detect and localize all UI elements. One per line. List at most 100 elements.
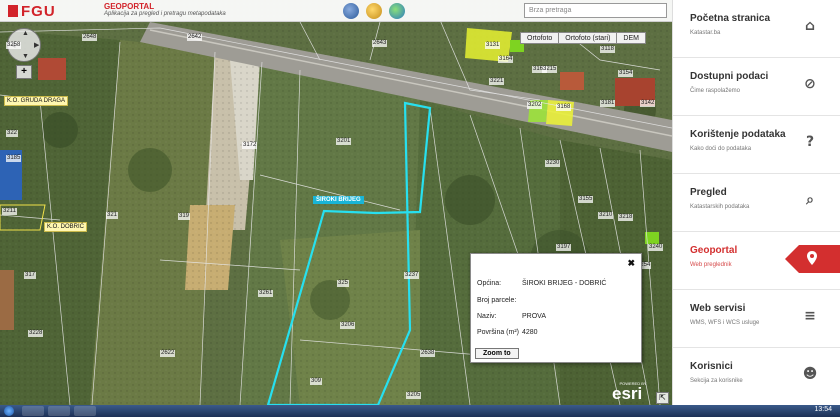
parcel-label[interactable]: 321 — [106, 212, 119, 219]
parcel-label[interactable]: 2648 — [82, 34, 98, 41]
popup-value-naziv: PROVA — [522, 313, 546, 320]
question-icon: ? — [805, 134, 815, 150]
taskbar-clock[interactable]: 13:54 — [814, 406, 832, 413]
basemap-ortofoto-stari-button[interactable]: Ortofoto (stari) — [558, 32, 618, 44]
parcel-label[interactable]: 2638 — [420, 350, 436, 357]
parcel-label[interactable]: 3240 — [648, 244, 664, 251]
parcel-label[interactable]: 3131 — [485, 42, 501, 49]
sidebar-item-title: Web servisi — [690, 303, 746, 314]
sidebar-item-title: Geoportal — [690, 245, 738, 256]
parcel-label[interactable]: 3202 — [527, 102, 543, 109]
parcel-label[interactable]: 3211 — [2, 208, 17, 215]
sidebar-item-title: Pregled — [690, 187, 727, 198]
database-icon: ≡ — [804, 308, 816, 324]
popup-value-opcina: ŠIROKI BRIJEG - DOBRIĆ — [522, 280, 607, 287]
popup-label-povrsina: Površina (m²) — [477, 329, 520, 336]
basemap-ortofoto-button[interactable]: Ortofoto — [520, 32, 560, 44]
search-input[interactable]: Brza pretraga — [524, 3, 667, 18]
parcel-label[interactable]: 317 — [24, 272, 37, 279]
home-icon: ⌂ — [804, 18, 816, 34]
sidebar-item-pocetna[interactable]: Početna stranica Katastar.ba ⌂ — [673, 0, 840, 58]
taskbar-app-button[interactable] — [22, 406, 44, 416]
sidebar-item-web-servisi[interactable]: Web servisi WMS, WFS i WCS usluge ≡ — [673, 290, 840, 348]
parcel-label[interactable]: 3201 — [336, 138, 352, 145]
map-view[interactable]: FGU GEOPORTAL Aplikacija za pregled i pr… — [0, 0, 672, 405]
parcel-label[interactable]: 3261 — [258, 290, 274, 297]
basemap-switcher: Ortofoto Ortofoto (stari) DEM — [520, 32, 646, 44]
parcel-label[interactable]: 3164 — [498, 56, 514, 63]
parcel-label[interactable]: 319 — [178, 213, 191, 220]
sidebar-item-korisnici[interactable]: Korisnici Sekcija za korisnike ☻ — [673, 348, 840, 406]
pan-up-icon[interactable]: ▲ — [22, 30, 29, 37]
esri-attribution[interactable]: POWERED BY esri — [612, 381, 654, 402]
zoom-to-button[interactable]: Zoom to — [475, 348, 519, 359]
sidebar-item-title: Početna stranica — [690, 13, 771, 24]
globe-icon[interactable] — [389, 3, 405, 19]
cadastral-municipality-label: K.O. DOBRIĆ — [44, 222, 88, 232]
parcel-label[interactable]: 322 — [6, 130, 19, 137]
user-icon[interactable] — [366, 3, 382, 19]
fgu-logo[interactable]: FGU — [8, 3, 56, 20]
parcel-label[interactable]: 3206 — [340, 322, 356, 329]
parcel-label[interactable]: 325 — [337, 280, 350, 287]
start-button[interactable] — [4, 406, 14, 416]
parcel-label[interactable]: 3163 — [532, 66, 548, 73]
sidebar-item-subtitle: Sekcija za korisnike — [690, 378, 743, 384]
parcel-label[interactable]: 3228 — [28, 330, 44, 337]
expand-icon[interactable]: ⇱ — [656, 392, 669, 404]
active-marker — [785, 245, 840, 273]
parcel-label[interactable]: 3218 — [618, 214, 634, 221]
parcel-label[interactable]: 3154 — [618, 70, 634, 77]
parcel-label[interactable]: 3197 — [556, 244, 572, 251]
sidebar: Početna stranica Katastar.ba ⌂ Dostupni … — [672, 0, 840, 406]
sidebar-item-title: Dostupni podaci — [690, 71, 769, 82]
sidebar-item-subtitle: Web preglednik — [690, 262, 732, 268]
pan-down-icon[interactable]: ▼ — [22, 53, 29, 60]
sidebar-item-subtitle: Katastar.ba — [690, 30, 721, 36]
basemap-dem-button[interactable]: DEM — [616, 32, 646, 44]
parcel-label[interactable]: 3230 — [545, 160, 561, 167]
paperclip-icon: ⊘ — [804, 76, 816, 92]
parcel-label[interactable]: 2643 — [372, 40, 388, 47]
sidebar-item-subtitle: Čime raspolažemo — [690, 88, 741, 94]
close-icon[interactable]: ✖ — [627, 258, 635, 269]
parcel-label[interactable]: 3172 — [242, 142, 258, 149]
parcel-label[interactable]: 3237 — [404, 272, 420, 279]
sidebar-item-subtitle: Kako doći do podataka — [690, 146, 752, 152]
sidebar-item-title: Korištenje podataka — [690, 129, 786, 140]
sidebar-item-subtitle: Katastarskih podataka — [690, 204, 750, 210]
parcel-label[interactable]: 3210 — [598, 212, 614, 219]
selected-parcel-label[interactable]: ŠIROKI BRIJEG — [313, 196, 364, 204]
map-pin-icon — [807, 251, 817, 265]
popup-label-broj-parcele: Broj parcele: — [477, 297, 517, 304]
taskbar-app-button[interactable] — [74, 406, 96, 416]
map-header: FGU GEOPORTAL Aplikacija za pregled i pr… — [0, 0, 672, 22]
parcel-label[interactable]: 2622 — [160, 350, 176, 357]
popup-label-naziv: Naziv: — [477, 313, 497, 320]
sidebar-item-geoportal[interactable]: Geoportal Web preglednik — [673, 232, 840, 290]
app-subtitle: Aplikacija za pregled i pretragu metapod… — [104, 11, 226, 17]
parcel-label[interactable]: 3205 — [406, 392, 422, 399]
parcel-label[interactable]: 2642 — [187, 34, 203, 41]
layers-icon[interactable] — [343, 3, 359, 19]
parcel-label[interactable]: 3155 — [578, 196, 594, 203]
users-icon: ☻ — [802, 366, 818, 382]
parcel-label[interactable]: 3118 — [600, 46, 615, 53]
sidebar-item-title: Korisnici — [690, 361, 733, 372]
parcel-label[interactable]: 3181 — [600, 100, 616, 107]
parcel-label[interactable]: 3142 — [640, 100, 656, 107]
sidebar-item-pregled[interactable]: Pregled Katastarskih podataka ⌕ — [673, 174, 840, 232]
sidebar-item-dostupni-podaci[interactable]: Dostupni podaci Čime raspolažemo ⊘ — [673, 58, 840, 116]
parcel-label[interactable]: 3185 — [6, 155, 22, 162]
sidebar-item-koristenje-podataka[interactable]: Korištenje podataka Kako doći do podatak… — [673, 116, 840, 174]
taskbar-app-button[interactable] — [48, 406, 70, 416]
app-title: GEOPORTAL — [104, 2, 155, 11]
parcel-label[interactable]: 3221 — [489, 78, 505, 85]
search-icon: ⌕ — [806, 192, 814, 208]
pan-right-icon[interactable]: ▶ — [34, 41, 39, 49]
parcel-label[interactable]: 3258 — [6, 42, 22, 49]
zoom-in-button[interactable]: + — [16, 65, 32, 79]
geoportal-app: FGU GEOPORTAL Aplikacija za pregled i pr… — [0, 0, 840, 417]
parcel-label[interactable]: 3168 — [556, 104, 572, 111]
parcel-label[interactable]: 309 — [310, 378, 323, 385]
